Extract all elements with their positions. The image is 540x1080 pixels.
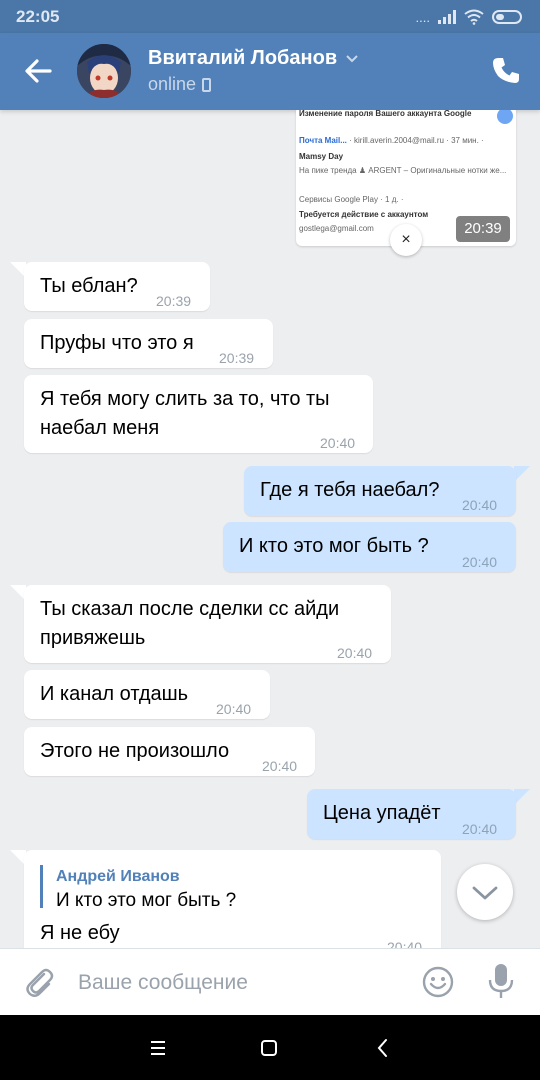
avatar[interactable] xyxy=(77,44,131,98)
message-bubble[interactable]: Ты сказал после сделки сс айди привяжешь… xyxy=(24,585,391,663)
message-text: И канал отдашь xyxy=(40,683,189,705)
contact-status: online xyxy=(148,74,212,95)
message-bubble[interactable]: Этого не произошло 20:40 xyxy=(24,727,315,776)
status-icons: .... xyxy=(416,8,522,26)
message-bubble[interactable]: Цена упадёт 20:40 xyxy=(307,789,516,839)
chat-area[interactable]: Изменение пароля Вашего аккаунта Google … xyxy=(0,110,540,948)
message-text: Я не ебу xyxy=(40,922,120,944)
message-input[interactable] xyxy=(78,965,398,1001)
chat-header: Ввиталий Лобанов online xyxy=(0,33,540,110)
img-line-2a: Почта Mail... xyxy=(299,136,347,145)
message-bubble[interactable]: И канал отдашь 20:40 xyxy=(24,670,270,719)
img-line-7: gostlega@gmail.com xyxy=(299,224,374,233)
message-text: Где я тебя наебал? xyxy=(260,479,440,501)
message-text: Этого не произошло xyxy=(40,740,230,762)
message-time: 20:40 xyxy=(262,758,298,774)
message-time: 20:39 xyxy=(156,293,192,309)
emoji-icon[interactable] xyxy=(421,965,455,999)
reply-quoted-text: И кто это мог быть ? xyxy=(56,890,237,911)
menu-icon[interactable] xyxy=(145,1035,171,1061)
chevron-down-icon[interactable] xyxy=(345,54,359,64)
img-line-2b: · kirill.averin.2004@mail.ru · 37 мин. · xyxy=(349,136,484,145)
img-line-5: Сервисы Google Play · 1 д. · xyxy=(299,195,404,204)
message-bubble[interactable]: Я тебя могу слить за то, что ты наебал м… xyxy=(24,375,373,453)
close-icon[interactable]: × xyxy=(390,224,422,256)
message-bubble[interactable]: Ты еблан? 20:39 xyxy=(24,262,210,311)
message-time: 20:40 xyxy=(462,554,498,570)
message-time: 20:40 xyxy=(462,497,498,513)
message-text: Ты еблан? xyxy=(40,275,138,297)
message-text: Пруфы что это я xyxy=(40,332,194,354)
image-time: 20:39 xyxy=(456,216,510,242)
message-text: Я тебя могу слить за то, что ты наебал м… xyxy=(40,388,330,439)
back-triangle-icon[interactable] xyxy=(370,1035,396,1061)
battery-icon xyxy=(492,10,522,24)
back-arrow-icon[interactable] xyxy=(20,53,56,89)
status-dots: .... xyxy=(415,9,430,25)
mic-icon[interactable] xyxy=(485,962,517,1000)
contact-name[interactable]: Ввиталий Лобанов xyxy=(148,47,359,70)
bubble-tail xyxy=(514,789,530,805)
message-time: 20:40 xyxy=(387,939,423,948)
message-time: 20:40 xyxy=(462,821,498,837)
img-line-4: На пике тренда ♟ ARGENT – Оригинальные н… xyxy=(299,166,507,175)
message-time: 20:40 xyxy=(216,701,252,717)
message-time: 20:40 xyxy=(320,435,356,451)
message-time: 20:40 xyxy=(337,645,373,661)
message-time: 20:39 xyxy=(219,350,255,366)
status-time: 22:05 xyxy=(16,7,60,26)
img-line-1: Изменение пароля Вашего аккаунта Google xyxy=(299,110,472,118)
signal-icon xyxy=(438,10,456,24)
message-text: Ты сказал после сделки сс айди привяжешь xyxy=(40,598,340,649)
wifi-icon xyxy=(464,9,484,25)
message-bubble[interactable]: Где я тебя наебал? 20:40 xyxy=(244,466,516,516)
status-text: online xyxy=(148,74,197,94)
chevron-down-icon xyxy=(472,886,498,900)
img-line-3: Mamsy Day xyxy=(299,152,344,161)
avatar-image xyxy=(77,44,131,98)
message-text: И кто это мог быть ? xyxy=(239,535,429,557)
contact-name-text: Ввиталий Лобанов xyxy=(148,47,338,69)
composer xyxy=(0,948,540,1015)
system-nav-bar xyxy=(0,1015,540,1080)
status-bar: 22:05 .... xyxy=(0,0,540,33)
reply-message-bubble[interactable]: Андрей Иванов И кто это мог быть ? Я не … xyxy=(24,850,441,948)
reply-quote-bar xyxy=(40,865,43,908)
attach-icon[interactable] xyxy=(22,965,56,999)
message-bubble[interactable]: И кто это мог быть ? 20:40 xyxy=(223,522,516,572)
phone-icon[interactable] xyxy=(490,55,522,87)
message-text: Цена упадёт xyxy=(323,802,441,824)
home-square-icon[interactable] xyxy=(256,1035,282,1061)
bubble-tail xyxy=(514,466,530,482)
message-bubble[interactable]: Пруфы что это я 20:39 xyxy=(24,319,273,368)
scroll-down-button[interactable] xyxy=(457,864,513,920)
mobile-icon xyxy=(202,77,212,92)
img-line-6: Требуется действие с аккаунтом xyxy=(299,210,429,219)
